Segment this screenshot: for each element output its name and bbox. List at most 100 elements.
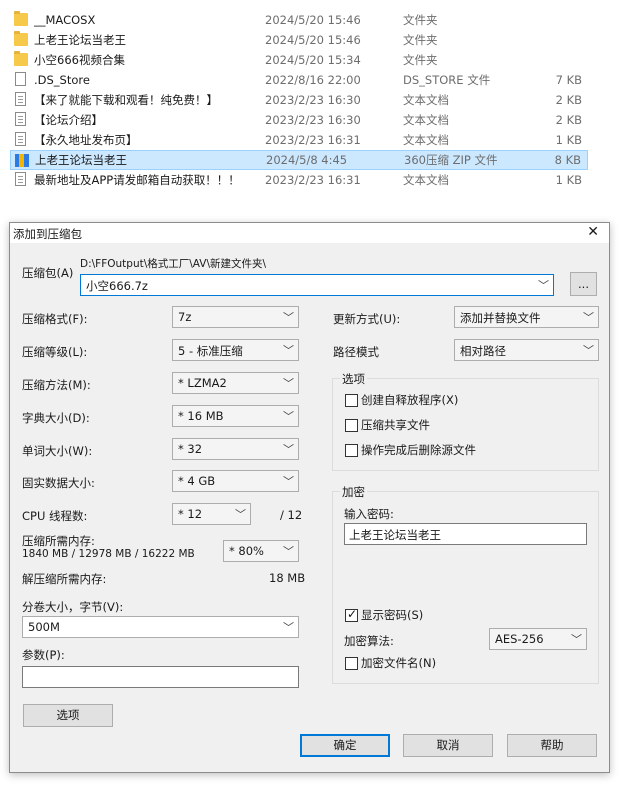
file-size: 7 KB	[555, 73, 582, 87]
chevron-down-icon: ﹀	[583, 311, 594, 324]
word-value: * 32	[178, 442, 203, 456]
sfx-checkbox[interactable]	[345, 394, 358, 407]
file-date: 2023/2/23 16:31	[265, 133, 361, 147]
file-type: 文件夹	[403, 53, 438, 67]
file-row[interactable]: 【论坛介绍】 2023/2/23 16:30 文本文档 2 KB	[10, 110, 588, 130]
split-label: 分卷大小，字节(V):	[22, 600, 124, 614]
password-label: 输入密码:	[344, 507, 394, 521]
chevron-down-icon: ﹀	[283, 443, 294, 456]
encryption-group-title: 加密	[340, 484, 367, 500]
file-row[interactable]: 【来了就能下载和观看！纯免费！】 2023/2/23 16:30 文本文档 2 KB	[10, 90, 588, 110]
file-name: 【永久地址发布页】	[34, 133, 138, 147]
file-date: 2024/5/20 15:34	[265, 53, 361, 67]
chevron-down-icon: ﹀	[235, 508, 246, 521]
file-row[interactable]: 上老王论坛当老王 2024/5/20 15:46 文件夹	[10, 30, 588, 50]
cpu-select[interactable]: * 12 ﹀	[172, 503, 251, 525]
file-row[interactable]: 小空666视频合集 2024/5/20 15:34 文件夹	[10, 50, 588, 70]
text-document-icon	[15, 172, 26, 186]
file-type: 文件夹	[403, 13, 438, 27]
file-date: 2024/5/20 15:46	[265, 33, 361, 47]
file-type: 文本文档	[403, 133, 449, 147]
add-to-archive-dialog: 添加到压缩包 ✕ 压缩包(A) D:\FFOutput\格式工厂\AV\新建文件…	[9, 222, 610, 773]
encrypt-names-checkbox[interactable]	[345, 657, 358, 670]
file-type: DS_STORE 文件	[403, 73, 491, 87]
delete-source-checkbox[interactable]	[345, 444, 358, 457]
close-icon[interactable]: ✕	[587, 224, 599, 240]
ok-button[interactable]: 确定	[300, 734, 390, 757]
file-name: 最新地址及APP请发邮箱自动获取！！！	[34, 173, 240, 187]
cpu-label: CPU 线程数:	[22, 509, 88, 523]
memory-select[interactable]: * 80% ﹀	[223, 540, 299, 562]
cpu-value: * 12	[178, 507, 203, 521]
cancel-button[interactable]: 取消	[403, 734, 493, 757]
encrypt-names-label: 加密文件名(N)	[361, 656, 437, 670]
memory-detail: 1840 MB / 12978 MB / 16222 MB	[22, 548, 195, 560]
solid-value: * 4 GB	[178, 474, 216, 488]
chevron-down-icon: ﹀	[283, 475, 294, 488]
folder-icon	[14, 51, 28, 66]
browse-button[interactable]: ...	[570, 272, 597, 296]
split-combo[interactable]: 500M ﹀	[22, 616, 299, 638]
sfx-label: 创建自释放程序(X)	[361, 393, 459, 407]
show-password-checkbox[interactable]	[345, 607, 358, 622]
format-select[interactable]: 7z ﹀	[172, 306, 299, 328]
folder-icon	[14, 31, 28, 46]
file-row[interactable]: __MACOSX 2024/5/20 15:46 文件夹	[10, 10, 588, 30]
chevron-down-icon: ﹀	[583, 344, 594, 357]
archive-name-combo[interactable]: 小空666.7z ﹀	[80, 274, 554, 296]
file-row[interactable]: 最新地址及APP请发邮箱自动获取！！！ 2023/2/23 16:31 文本文档 1 …	[10, 170, 588, 190]
options-button[interactable]: 选项	[23, 704, 113, 727]
dict-label: 字典大小(D):	[22, 411, 90, 425]
help-button[interactable]: 帮助	[507, 734, 597, 757]
archive-label: 压缩包(A)	[22, 266, 74, 280]
memory-value: * 80%	[229, 544, 264, 558]
dict-select[interactable]: * 16 MB ﹀	[172, 405, 299, 427]
file-date: 2023/2/23 16:30	[265, 93, 361, 107]
dict-value: * 16 MB	[178, 409, 224, 423]
update-select[interactable]: 添加并替换文件 ﹀	[454, 306, 599, 328]
pathmode-label: 路径模式	[333, 345, 379, 359]
file-size: 1 KB	[555, 173, 582, 187]
pathmode-select[interactable]: 相对路径 ﹀	[454, 339, 599, 361]
file-type: 文件夹	[403, 33, 438, 47]
word-select[interactable]: * 32 ﹀	[172, 438, 299, 460]
file-icon	[15, 72, 26, 86]
file-size: 2 KB	[555, 113, 582, 127]
file-type: 文本文档	[403, 93, 449, 107]
file-size: 1 KB	[555, 133, 582, 147]
file-name: 上老王论坛当老王	[35, 153, 127, 167]
file-size: 8 KB	[554, 153, 581, 167]
file-row[interactable]: 上老王论坛当老王 2024/5/8 4:45 360压缩 ZIP 文件 8 KB	[10, 150, 588, 170]
level-label: 压缩等级(L):	[22, 345, 88, 359]
chevron-down-icon: ﹀	[283, 344, 294, 357]
delete-source-label: 操作完成后删除源文件	[361, 443, 476, 457]
text-document-icon	[15, 132, 26, 146]
decompress-memory-value: 18 MB	[269, 571, 306, 585]
text-document-icon	[15, 112, 26, 126]
file-size: 2 KB	[555, 93, 582, 107]
word-label: 单词大小(W):	[22, 444, 93, 458]
file-row[interactable]: .DS_Store 2022/8/16 22:00 DS_STORE 文件 7 KB	[10, 70, 588, 90]
encryption-method-value: AES-256	[495, 632, 544, 646]
file-type: 文本文档	[403, 113, 449, 127]
method-label: 压缩方法(M):	[22, 378, 91, 392]
password-input[interactable]: 上老王论坛当老王	[344, 523, 587, 545]
params-label: 参数(P):	[22, 648, 65, 662]
file-row[interactable]: 【永久地址发布页】 2023/2/23 16:31 文本文档 1 KB	[10, 130, 588, 150]
file-name: 【来了就能下载和观看！纯免费！】	[34, 93, 218, 107]
level-select[interactable]: 5 - 标准压缩 ﹀	[172, 339, 299, 361]
file-type: 360压缩 ZIP 文件	[404, 153, 498, 167]
solid-select[interactable]: * 4 GB ﹀	[172, 470, 299, 492]
update-label: 更新方式(U):	[333, 312, 401, 326]
chevron-down-icon: ﹀	[283, 410, 294, 423]
method-select[interactable]: * LZMA2 ﹀	[172, 372, 299, 394]
shared-label: 压缩共享文件	[361, 418, 430, 432]
chevron-down-icon: ﹀	[571, 633, 582, 646]
params-input[interactable]	[22, 666, 299, 688]
encryption-method-select[interactable]: AES-256 ﹀	[489, 628, 587, 650]
shared-checkbox[interactable]	[345, 419, 358, 432]
level-value: 5 - 标准压缩	[178, 344, 243, 358]
dialog-titlebar: 添加到压缩包 ✕	[10, 223, 609, 243]
archive-name-value: 小空666.7z	[86, 279, 148, 293]
archive-path: D:\FFOutput\格式工厂\AV\新建文件夹\	[80, 258, 267, 270]
